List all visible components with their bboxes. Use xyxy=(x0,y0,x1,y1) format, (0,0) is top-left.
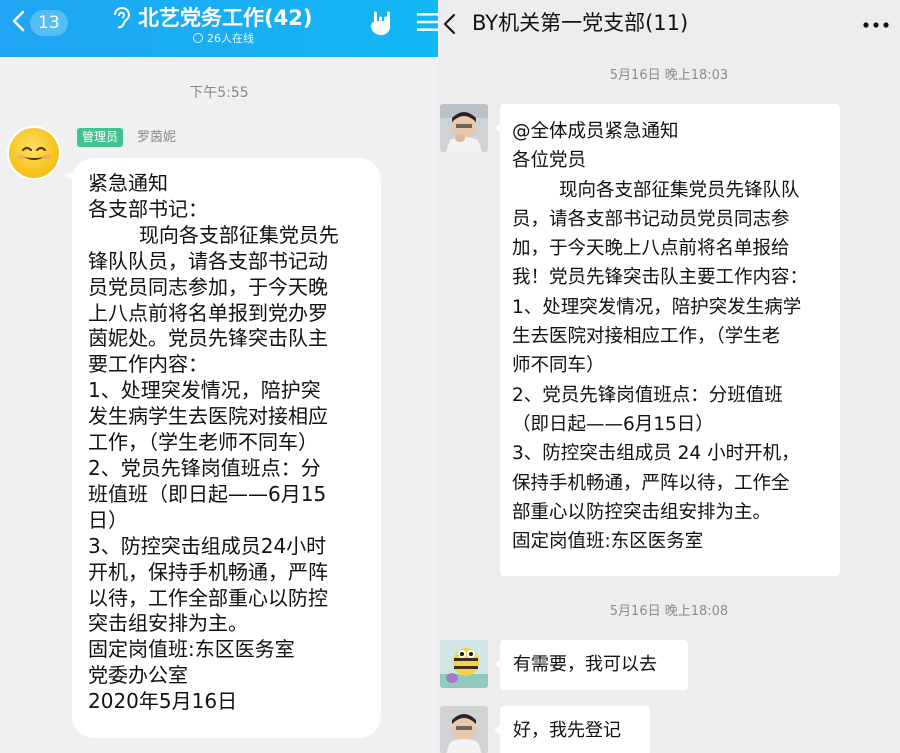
message-timestamp: 下午5:55 xyxy=(189,85,249,101)
ear-icon[interactable] xyxy=(110,6,132,30)
back-arrow-icon[interactable] xyxy=(6,8,32,34)
chat-header: 13 北艺党务工作(42) 26人在线 xyxy=(0,0,438,57)
back-arrow-icon[interactable] xyxy=(442,13,458,35)
group-title: 北艺党务工作(42) xyxy=(138,6,313,30)
message-text: 有需要，我可以去 xyxy=(513,654,657,675)
message-text: 紧急通知 各支部书记： 现向各支部征集党员先 锋队队员，请各支部书记动 员党员同… xyxy=(88,171,339,714)
online-status-text: 26人在线 xyxy=(207,32,254,45)
sender-avatar[interactable] xyxy=(440,706,488,753)
message-timestamp: 5月16日 晚上18:08 xyxy=(609,604,729,619)
online-icon xyxy=(193,33,203,43)
online-status: 26人在线 xyxy=(193,32,254,46)
more-options-icon[interactable] xyxy=(862,20,890,30)
message-text: @全体成员紧急通知 各位党员 现向各支部征集党员先锋队队 员，请各支部书记动员党… xyxy=(512,121,809,553)
sender-name[interactable]: 罗茵妮 xyxy=(137,128,176,147)
sender-avatar[interactable] xyxy=(440,640,488,688)
child-photo-avatar xyxy=(440,706,488,753)
sender-avatar[interactable] xyxy=(440,104,488,152)
cartoon-avatar xyxy=(440,640,488,688)
qq-chat-panel: 13 北艺党务工作(42) 26人在线 下午5:55 管理员 罗茵妮 紧急通知 … xyxy=(0,0,438,753)
chat-header: BY机关第一党支部(11) xyxy=(438,0,900,50)
unread-count-badge[interactable]: 13 xyxy=(30,10,68,36)
group-title: BY机关第一党支部(11) xyxy=(472,11,689,35)
wechat-chat-panel: BY机关第一党支部(11) 5月16日 晚上18:03 @全体成员紧急通知 各位… xyxy=(438,0,900,753)
message-timestamp: 5月16日 晚上18:03 xyxy=(609,68,729,83)
rock-hand-icon[interactable] xyxy=(368,8,396,38)
menu-icon[interactable] xyxy=(417,12,438,32)
emoji-face-icon xyxy=(17,146,51,160)
message-text: 好，我先登记 xyxy=(513,720,621,741)
child-photo-avatar xyxy=(440,104,488,152)
sender-avatar[interactable] xyxy=(9,128,59,178)
admin-role-badge: 管理员 xyxy=(77,128,124,147)
